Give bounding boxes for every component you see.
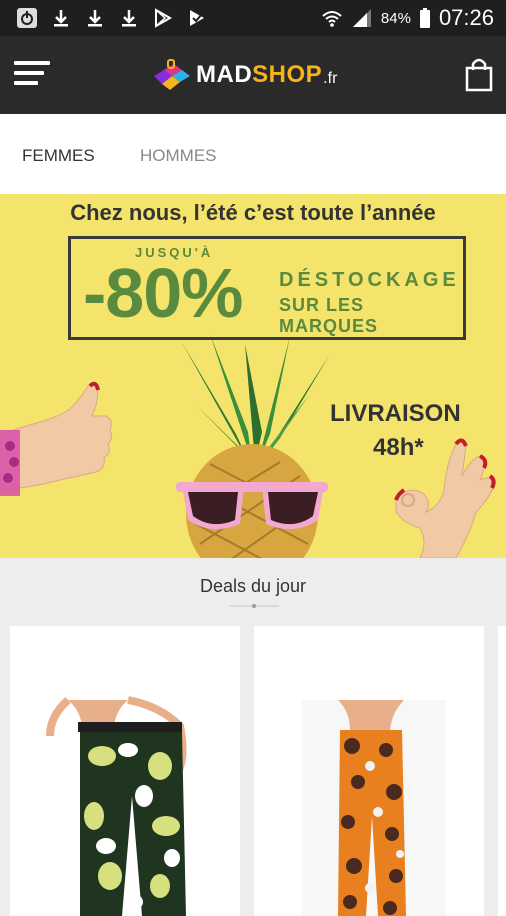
section-divider <box>229 604 279 608</box>
shopping-bag-icon[interactable] <box>464 56 494 92</box>
delivery-label: LIVRAISON <box>330 400 461 427</box>
system-status: 84% 07:26 <box>321 5 494 31</box>
brands-label: SUR LES MARQUES <box>279 295 379 336</box>
gender-tabs: FEMMES HOMMES <box>0 114 506 194</box>
download-icon <box>122 10 136 27</box>
product-image-orange-pants <box>254 626 484 916</box>
download-icon <box>88 10 102 27</box>
logo-text: MADSHOP <box>196 61 323 88</box>
signal-icon <box>352 9 371 27</box>
play-check-icon <box>190 10 204 26</box>
tab-femmes[interactable]: FEMMES <box>22 146 95 166</box>
destockage-label: DÉSTOCKAGE <box>279 269 460 291</box>
promo-box: JUSQU'À -80% DÉSTOCKAGE SUR LES MARQUES <box>68 236 466 340</box>
product-card[interactable] <box>498 626 506 916</box>
discount-value: -80% <box>83 254 243 332</box>
menu-icon[interactable] <box>14 61 50 89</box>
download-icon <box>54 10 68 27</box>
delivery-time: 48h* <box>373 434 424 461</box>
product-card[interactable] <box>10 626 240 916</box>
battery-percent: 84% <box>380 9 411 27</box>
deals-title: Deals du jour <box>199 576 307 596</box>
thumbs-up-hand-icon <box>0 381 113 496</box>
power-icon <box>17 8 37 28</box>
wifi-icon <box>322 11 342 27</box>
promo-banner[interactable]: Chez nous, l’été c’est toute l’année JUS… <box>0 194 506 558</box>
battery-icon <box>419 8 430 28</box>
banner-headline: Chez nous, l’été c’est toute l’année <box>70 200 436 225</box>
product-card[interactable] <box>254 626 484 916</box>
play-store-icon <box>155 8 173 28</box>
logo-cube-icon <box>154 59 190 90</box>
logo-tld: .fr <box>323 70 338 87</box>
status-bar: 84% 07:26 <box>0 0 506 36</box>
clock: 07:26 <box>438 5 494 30</box>
notification-icons <box>16 7 208 29</box>
tab-hommes[interactable]: HOMMES <box>140 146 217 166</box>
app-bar: MADSHOP .fr <box>0 36 506 114</box>
product-image-floral-pants <box>10 626 240 916</box>
madshop-logo[interactable]: MADSHOP .fr <box>150 58 337 92</box>
